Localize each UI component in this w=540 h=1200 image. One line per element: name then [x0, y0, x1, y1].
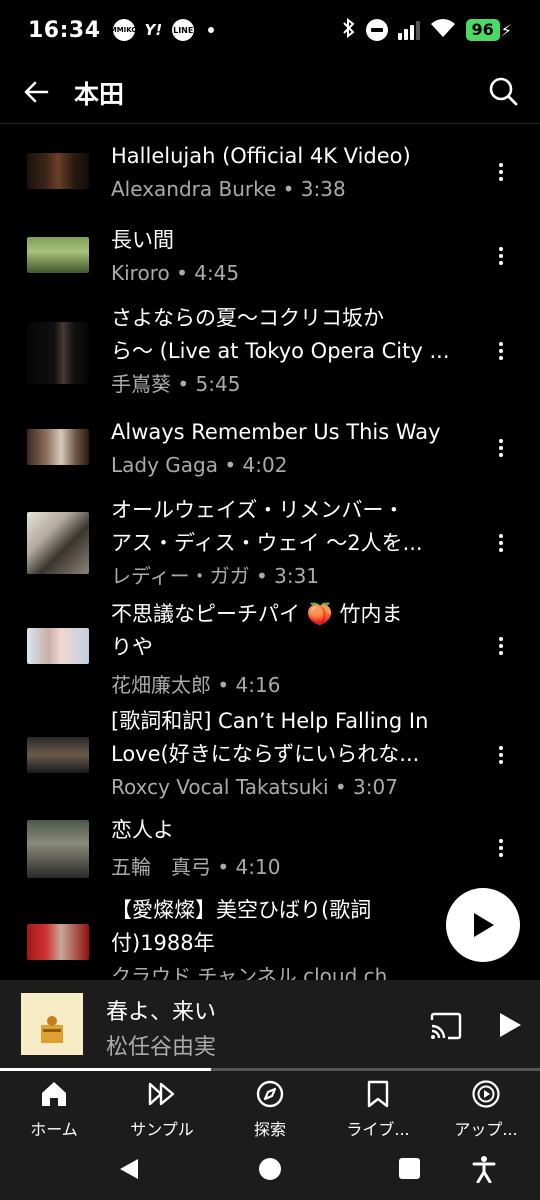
nav-explore[interactable]: 探索	[216, 1071, 324, 1141]
track-thumbnail	[27, 237, 89, 273]
track-title: 長い間	[111, 228, 174, 252]
shuffle-play-button[interactable]	[446, 888, 520, 962]
charging-icon: ⚡	[500, 20, 512, 40]
mini-player[interactable]: 春よ、来い 松任谷由実	[0, 980, 540, 1072]
track-title: オールウェイズ・リメンバー・	[111, 498, 405, 522]
wifi-icon	[430, 18, 456, 42]
track-title: Hallelujah (Official 4K Video)	[111, 144, 411, 168]
more-options-icon[interactable]	[492, 531, 510, 555]
track-title: さよならの夏〜コクリコ坂か	[111, 306, 384, 330]
track-thumbnail	[27, 322, 89, 384]
nav-library[interactable]: ライブ...	[324, 1071, 432, 1141]
home-icon	[42, 1082, 66, 1106]
more-options-icon[interactable]	[492, 436, 510, 460]
track-title-line2: りや	[111, 635, 153, 659]
track-title: 不思議なピーチパイ 🍑 竹内ま	[111, 602, 403, 626]
track-row[interactable]: Hallelujah (Official 4K Video) Alexandra…	[0, 138, 540, 208]
system-home-icon[interactable]	[258, 1157, 282, 1181]
track-subtitle: 五輪 真弓 • 4:10	[111, 855, 281, 879]
battery-indicator: 96 ⚡	[465, 19, 512, 41]
accessibility-icon[interactable]	[472, 1155, 496, 1183]
track-subtitle: Lady Gaga • 4:02	[111, 453, 288, 477]
system-recents-icon[interactable]	[399, 1158, 420, 1179]
track-title-line2: ら〜 (Live at Tokyo Opera City ...	[111, 339, 450, 363]
nav-label: ホーム	[30, 1120, 78, 1139]
track-thumbnail	[27, 737, 89, 773]
more-options-icon[interactable]	[492, 160, 510, 184]
more-options-icon[interactable]	[492, 743, 510, 767]
back-arrow-icon[interactable]	[22, 78, 50, 106]
more-notifications-dot-icon	[208, 27, 215, 33]
track-title-line2: 付)1988年	[111, 931, 215, 955]
track-subtitle: レディー・ガガ • 3:31	[111, 564, 320, 588]
track-title-line2: アス・ディス・ウェイ 〜2人を...	[111, 531, 423, 555]
do-not-disturb-icon	[365, 19, 388, 41]
play-icon	[474, 913, 494, 937]
track-subtitle: Alexandra Burke • 3:38	[111, 177, 346, 201]
track-thumbnail	[27, 924, 89, 960]
track-subtitle: クラウド チャンネル cloud ch...	[111, 964, 407, 980]
status-time: 16:34	[28, 17, 101, 43]
more-options-icon[interactable]	[492, 244, 510, 268]
samples-icon	[148, 1082, 175, 1106]
nav-home[interactable]: ホーム	[0, 1071, 108, 1141]
nav-samples[interactable]: サンプル	[108, 1071, 216, 1141]
track-row[interactable]: 長い間 Kiroro • 4:45	[0, 222, 540, 292]
now-playing-title: 春よ、来い	[106, 1000, 217, 1025]
track-row[interactable]: さよならの夏〜コクリコ坂か ら〜 (Live at Tokyo Opera Ci…	[0, 300, 540, 404]
more-options-icon[interactable]	[492, 339, 510, 363]
album-art	[21, 993, 83, 1055]
track-title: Always Remember Us This Way	[111, 420, 441, 444]
track-thumbnail	[27, 429, 89, 465]
track-title-line2: Love(好きにならずにいられな...	[111, 742, 420, 766]
more-options-icon[interactable]	[492, 634, 510, 658]
track-row[interactable]: 不思議なピーチパイ 🍑 竹内ま りや 花畑廉太郎 • 4:16	[0, 598, 540, 702]
nav-label: ライブ...	[346, 1120, 410, 1139]
cast-icon[interactable]	[430, 1012, 462, 1040]
more-options-icon[interactable]	[492, 836, 510, 860]
system-navigation	[0, 1141, 540, 1200]
nav-label: 探索	[253, 1120, 286, 1139]
library-icon	[367, 1080, 389, 1108]
track-thumbnail	[27, 153, 89, 189]
track-subtitle: Roxcy Vocal Takatsuki • 3:07	[111, 775, 398, 799]
system-back-icon[interactable]	[118, 1157, 140, 1181]
battery-level: 96	[465, 19, 500, 41]
track-subtitle: 手嶌葵 • 5:45	[111, 372, 241, 396]
track-row[interactable]: オールウェイズ・リメンバー・ アス・ディス・ウェイ 〜2人を... レディー・ガ…	[0, 492, 540, 596]
upgrade-icon	[472, 1080, 500, 1108]
track-row[interactable]: 恋人よ 五輪 真弓 • 4:10	[0, 814, 540, 884]
search-icon[interactable]	[488, 76, 518, 106]
track-row[interactable]: [歌詞和訳] Can’t Help Falling In Love(好きにならず…	[0, 705, 540, 809]
bottom-nav: ホーム サンプル 探索 ライブ... アップ...	[0, 1071, 540, 1141]
bluetooth-icon	[342, 17, 356, 43]
line-icon: LINE	[172, 19, 195, 41]
now-playing-artist: 松任谷由実	[106, 1035, 217, 1060]
track-row[interactable]: Always Remember Us This Way Lady Gaga • …	[0, 414, 540, 484]
track-thumbnail	[27, 628, 89, 664]
track-title: [歌詞和訳] Can’t Help Falling In	[111, 709, 429, 733]
track-subtitle: 花畑廉太郎 • 4:16	[111, 673, 281, 697]
track-title: 【愛燦燦】美空ひばり(歌詞	[111, 898, 372, 922]
nav-label: サンプル	[130, 1120, 194, 1139]
play-icon[interactable]	[497, 1011, 523, 1039]
page-title: 本田	[74, 80, 125, 109]
track-thumbnail	[27, 512, 89, 574]
status-bar: 16:34 MMIKO Y! LINE 96 ⚡	[0, 0, 540, 60]
track-subtitle: Kiroro • 4:45	[111, 261, 240, 285]
signal-icon	[397, 20, 420, 40]
nav-label: アップ...	[454, 1120, 518, 1139]
explore-icon	[256, 1080, 284, 1108]
yahoo-icon: Y!	[144, 21, 163, 39]
app-bar: 本田	[0, 60, 540, 124]
track-list: Hallelujah (Official 4K Video) Alexandra…	[0, 124, 540, 980]
notification-icons: MMIKO Y! LINE	[110, 19, 215, 41]
mmiko-icon: MMIKO	[110, 19, 137, 41]
nav-upgrade[interactable]: アップ...	[432, 1071, 540, 1141]
track-title: 恋人よ	[111, 818, 174, 842]
track-thumbnail	[27, 820, 89, 878]
